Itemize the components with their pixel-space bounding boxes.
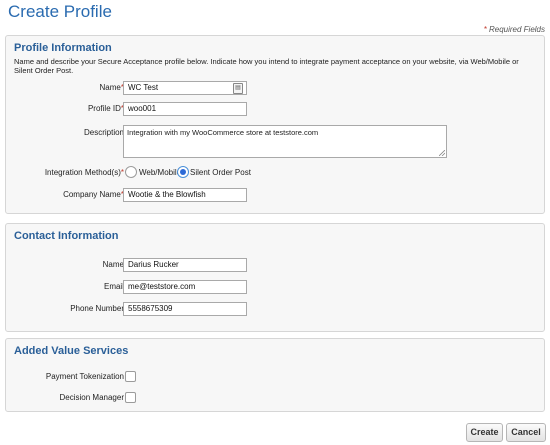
added-value-services-title: Added Value Services bbox=[14, 345, 129, 357]
required-fields-label: Required Fields bbox=[488, 25, 545, 34]
profile-id-label-text: Profile ID bbox=[87, 104, 121, 113]
integration-method-label-text: Integration Method(s) bbox=[44, 168, 121, 177]
silent-order-post-radio[interactable] bbox=[177, 166, 189, 178]
contact-information-panel: Contact Information Name Darius Rucker E… bbox=[5, 223, 545, 332]
profile-id-label: Profile ID* bbox=[6, 104, 124, 113]
required-fields-note: * Required Fields bbox=[484, 25, 545, 34]
company-name-label: Company Name* bbox=[6, 190, 124, 199]
silent-order-post-label[interactable]: Silent Order Post bbox=[190, 168, 251, 177]
description-label: Description bbox=[83, 128, 124, 137]
profile-id-input[interactable]: woo001 bbox=[123, 102, 247, 116]
name-label-text: Name bbox=[99, 83, 121, 92]
web-mobile-label[interactable]: Web/Mobile bbox=[139, 168, 181, 177]
profile-information-panel: Profile Information Name and describe yo… bbox=[5, 35, 545, 214]
description-value: Integration with my WooCommerce store at… bbox=[127, 128, 319, 137]
payment-tokenization-checkbox[interactable] bbox=[125, 371, 136, 382]
cancel-button[interactable]: Cancel bbox=[506, 423, 546, 442]
integration-method-label: Integration Method(s)* bbox=[6, 168, 124, 177]
profile-name-input[interactable]: WC Test ▤ bbox=[123, 81, 247, 95]
email-input[interactable]: me@teststore.com bbox=[123, 280, 247, 294]
email-label: Email bbox=[103, 282, 124, 291]
phone-number-label: Phone Number bbox=[70, 304, 124, 313]
decision-manager-checkbox[interactable] bbox=[125, 392, 136, 403]
profile-information-title: Profile Information bbox=[14, 42, 112, 54]
page-title: Create Profile bbox=[8, 2, 112, 21]
contact-card-icon[interactable]: ▤ bbox=[233, 83, 243, 94]
required-marker: * bbox=[120, 168, 124, 177]
description-textarea[interactable]: Integration with my WooCommerce store at… bbox=[123, 125, 447, 158]
resize-grip-icon[interactable] bbox=[439, 150, 445, 156]
create-button[interactable]: Create bbox=[466, 423, 503, 442]
profile-information-description: Name and describe your Secure Acceptance… bbox=[14, 57, 519, 75]
phone-number-value: 5558675309 bbox=[128, 304, 173, 313]
profile-name-value: WC Test bbox=[128, 83, 159, 92]
required-marker: * bbox=[483, 25, 487, 34]
contact-information-title: Contact Information bbox=[14, 230, 119, 242]
added-value-services-panel: Added Value Services Payment Tokenizatio… bbox=[5, 338, 545, 412]
name-label: Name* bbox=[6, 83, 124, 92]
email-value: me@teststore.com bbox=[128, 282, 196, 291]
web-mobile-radio[interactable] bbox=[125, 166, 137, 178]
company-name-input[interactable]: Wootie & the Blowfish bbox=[123, 188, 247, 202]
contact-name-label: Name bbox=[102, 260, 124, 269]
company-name-value: Wootie & the Blowfish bbox=[128, 190, 206, 199]
decision-manager-label: Decision Manager bbox=[59, 393, 124, 402]
company-name-label-text: Company Name bbox=[63, 190, 121, 199]
payment-tokenization-label: Payment Tokenization bbox=[45, 372, 124, 381]
phone-number-input[interactable]: 5558675309 bbox=[123, 302, 247, 316]
profile-id-value: woo001 bbox=[128, 104, 157, 113]
contact-name-value: Darius Rucker bbox=[128, 260, 179, 269]
contact-name-input[interactable]: Darius Rucker bbox=[123, 258, 247, 272]
